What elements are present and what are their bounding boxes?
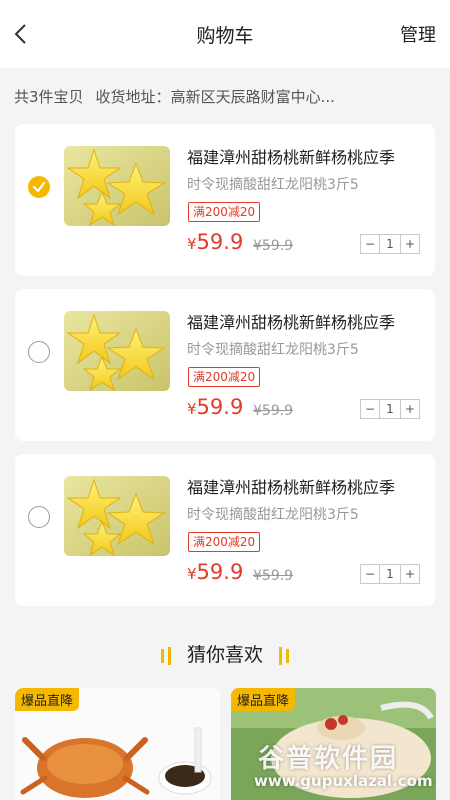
- hot-deal-badge: 爆品直降: [231, 688, 296, 711]
- cart-summary: 共3件宝贝 收货地址：高新区天辰路财富中心...: [14, 86, 335, 107]
- product-title[interactable]: 福建漳州甜杨桃新鲜杨桃应季: [187, 144, 427, 168]
- decrease-button[interactable]: −: [360, 399, 380, 419]
- cart-item: 福建漳州甜杨桃新鲜杨桃应季 时令现摘酸甜红龙阳桃3斤5 满200减20 ¥59.…: [15, 124, 435, 276]
- promo-tag: 满200减20: [188, 367, 261, 387]
- price: ¥59.9: [187, 560, 243, 584]
- title-decoration: [167, 646, 171, 665]
- recommend-title: 猜你喜欢: [0, 640, 450, 667]
- cart-item: 福建漳州甜杨桃新鲜杨桃应季 时令现摘酸甜红龙阳桃3斤5 满200减20 ¥59.…: [15, 454, 435, 606]
- increase-button[interactable]: +: [400, 399, 420, 419]
- price: ¥59.9: [187, 230, 243, 254]
- title-decoration: [160, 648, 164, 663]
- product-title[interactable]: 福建漳州甜杨桃新鲜杨桃应季: [187, 474, 427, 498]
- price-value: 59.9: [196, 560, 244, 584]
- recommend-card[interactable]: 爆品直降: [15, 688, 220, 800]
- recommend-card[interactable]: 爆品直降: [231, 688, 436, 800]
- item-checkbox[interactable]: [28, 506, 50, 528]
- promo-tag: 满200减20: [188, 202, 261, 222]
- hot-deal-badge: 爆品直降: [15, 688, 80, 711]
- item-checkbox[interactable]: [28, 341, 50, 363]
- product-title[interactable]: 福建漳州甜杨桃新鲜杨桃应季: [187, 309, 427, 333]
- recommend-title-text: 猜你喜欢: [186, 644, 263, 666]
- quantity-stepper: − 1 +: [360, 399, 420, 419]
- original-price: ¥59.9: [253, 238, 294, 254]
- quantity-value[interactable]: 1: [380, 564, 400, 584]
- decrease-button[interactable]: −: [360, 234, 380, 254]
- quantity-value[interactable]: 1: [380, 234, 400, 254]
- currency-symbol: ¥: [187, 400, 197, 418]
- product-image[interactable]: [64, 146, 170, 226]
- product-subtitle: 时令现摘酸甜红龙阳桃3斤5: [187, 342, 359, 358]
- original-price: ¥59.9: [253, 403, 294, 419]
- currency-symbol: ¥: [187, 235, 197, 253]
- top-bar: 购物车 管理: [0, 0, 450, 68]
- title-decoration: [279, 646, 283, 665]
- title-decoration: [286, 648, 290, 663]
- item-count: 共3件宝贝: [14, 88, 84, 106]
- address-value[interactable]: 高新区天辰路财富中心...: [171, 88, 335, 106]
- product-subtitle: 时令现摘酸甜红龙阳桃3斤5: [187, 177, 359, 193]
- quantity-stepper: − 1 +: [360, 564, 420, 584]
- quantity-value[interactable]: 1: [380, 399, 400, 419]
- decrease-button[interactable]: −: [360, 564, 380, 584]
- price-value: 59.9: [196, 230, 244, 254]
- price: ¥59.9: [187, 395, 243, 419]
- checkmark-icon: [32, 181, 46, 193]
- cart-item: 福建漳州甜杨桃新鲜杨桃应季 时令现摘酸甜红龙阳桃3斤5 满200减20 ¥59.…: [15, 289, 435, 441]
- product-image[interactable]: [64, 476, 170, 556]
- currency-symbol: ¥: [187, 565, 197, 583]
- quantity-stepper: − 1 +: [360, 234, 420, 254]
- page-title: 购物车: [196, 25, 254, 47]
- manage-button[interactable]: 管理: [400, 21, 436, 47]
- increase-button[interactable]: +: [400, 234, 420, 254]
- address-label: 收货地址：: [95, 88, 171, 106]
- promo-tag: 满200减20: [188, 532, 261, 552]
- increase-button[interactable]: +: [400, 564, 420, 584]
- item-checkbox[interactable]: [28, 176, 50, 198]
- product-subtitle: 时令现摘酸甜红龙阳桃3斤5: [187, 507, 359, 523]
- product-image[interactable]: [64, 311, 170, 391]
- price-value: 59.9: [196, 395, 244, 419]
- original-price: ¥59.9: [253, 568, 294, 584]
